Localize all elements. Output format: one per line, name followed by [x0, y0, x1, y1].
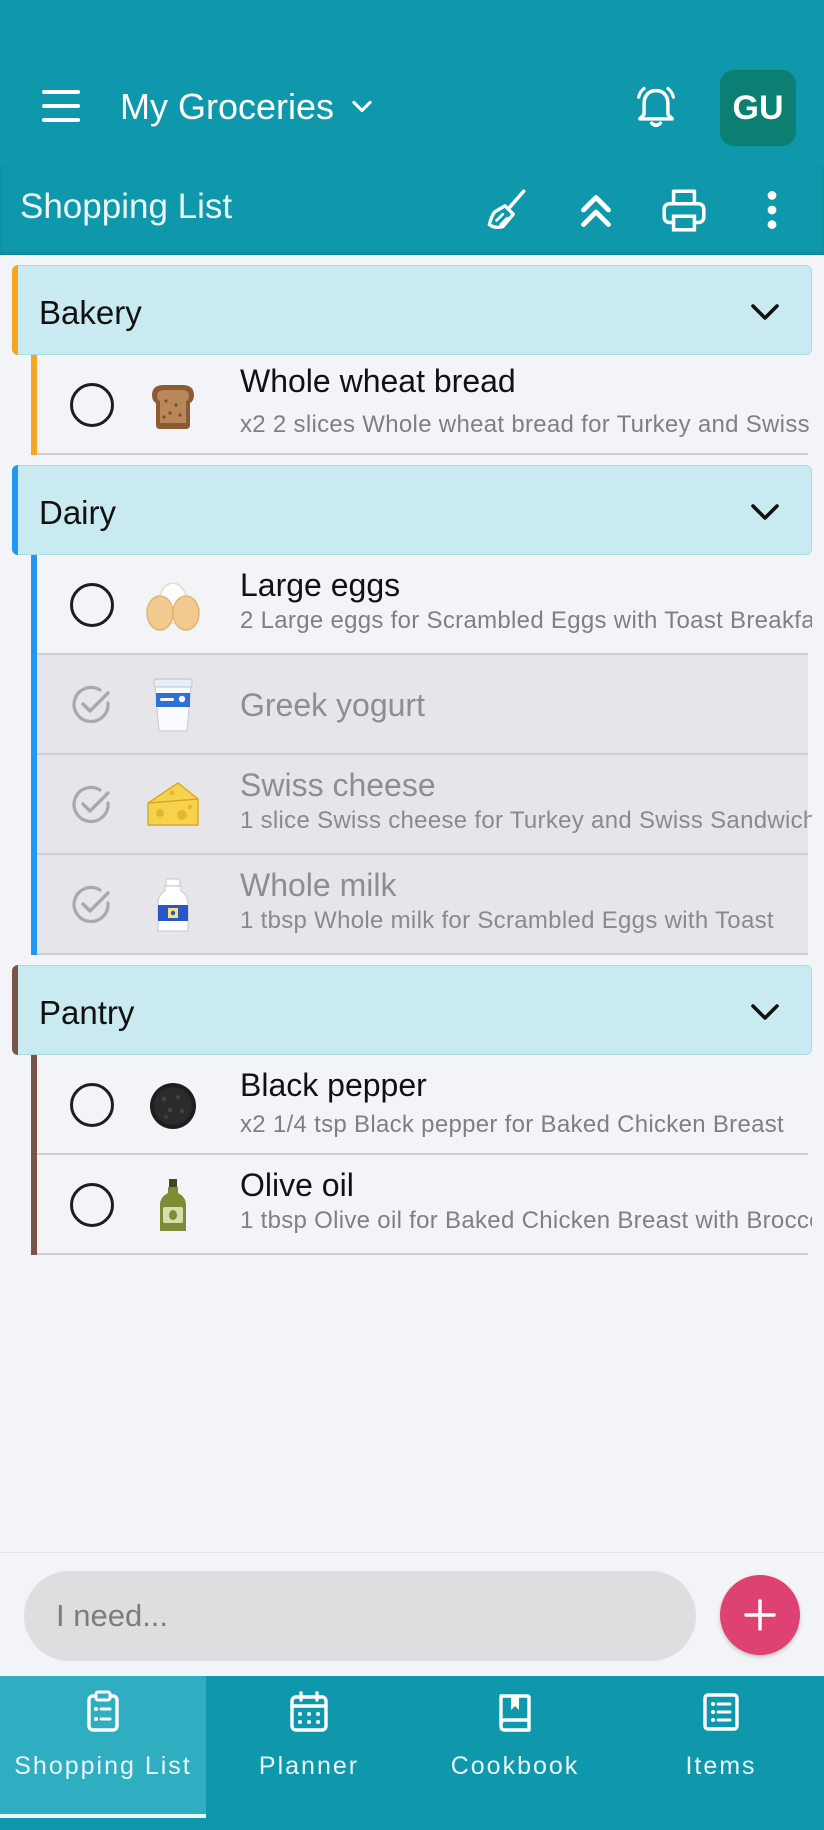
need-input[interactable]	[24, 1571, 696, 1661]
menu-icon[interactable]	[38, 86, 84, 126]
tab-items[interactable]: Items	[618, 1676, 824, 1818]
item-detail: x2 2 slices Whole wheat bread for Turkey…	[240, 411, 812, 438]
category-name: Dairy	[39, 494, 117, 531]
tab-label: Shopping List	[14, 1752, 192, 1780]
list-item[interactable]: Whole milk 1 tbsp Whole milk for Scrambl…	[31, 855, 808, 955]
print-icon[interactable]	[659, 185, 709, 235]
check-circle[interactable]	[70, 583, 114, 627]
active-tab-indicator	[0, 1814, 206, 1818]
list-item[interactable]: Swiss cheese 1 slice Swiss cheese for Tu…	[31, 755, 812, 855]
category-color-stripe	[12, 465, 18, 555]
tab-label: Cookbook	[450, 1752, 580, 1780]
category-color-stripe	[31, 655, 37, 755]
list-item[interactable]: Large eggs 2 Large eggs for Scrambled Eg…	[31, 555, 812, 655]
item-detail: 1 tbsp Whole milk for Scrambled Eggs wit…	[240, 907, 774, 934]
tab-cookbook[interactable]: Cookbook	[412, 1676, 618, 1818]
bottom-navigation: Shopping List Planner Cookbook Items	[0, 1676, 824, 1830]
category-color-stripe	[12, 965, 18, 1055]
avatar[interactable]: GU	[720, 70, 796, 146]
item-name: Whole milk	[240, 867, 397, 903]
list-selector[interactable]: My Groceries	[120, 80, 376, 134]
list-item[interactable]: Whole wheat bread x2 2 slices Whole whea…	[31, 355, 812, 455]
check-circle-icon[interactable]	[70, 883, 114, 927]
category-color-stripe	[12, 265, 18, 355]
chevron-down-icon	[352, 100, 372, 113]
avatar-initials: GU	[732, 88, 784, 127]
tab-shopping-list[interactable]: Shopping List	[0, 1676, 206, 1818]
category-color-stripe	[31, 755, 37, 855]
clipboard-icon	[87, 1690, 119, 1732]
item-name: Large eggs	[240, 567, 401, 603]
tab-planner[interactable]: Planner	[206, 1676, 412, 1818]
check-circle-icon[interactable]	[70, 683, 114, 727]
category-header-dairy[interactable]: Dairy	[12, 465, 812, 555]
broom-icon[interactable]	[482, 185, 532, 235]
book-icon	[499, 1694, 531, 1732]
yogurt-icon	[153, 678, 193, 732]
cheese-icon	[147, 782, 199, 826]
check-circle-icon[interactable]	[70, 783, 114, 827]
list-item[interactable]: Black pepper x2 1/4 tsp Black pepper for…	[31, 1055, 808, 1155]
add-item-button[interactable]	[720, 1575, 800, 1655]
category-color-stripe	[31, 1155, 37, 1255]
category-color-stripe	[31, 855, 37, 955]
category-color-stripe	[31, 1055, 37, 1155]
tab-label: Items	[685, 1752, 757, 1780]
list-icon	[703, 1693, 739, 1731]
item-name: Greek yogurt	[240, 687, 425, 723]
item-detail: 2 Large eggs for Scrambled Eggs with Toa…	[240, 607, 812, 634]
item-name: Swiss cheese	[240, 767, 436, 803]
collapse-all-icon[interactable]	[571, 185, 621, 235]
list-toolbar: Shopping List	[0, 165, 824, 255]
add-item-bar	[0, 1552, 824, 1676]
category-color-stripe	[31, 355, 37, 455]
toolbar-title: Shopping List	[20, 187, 233, 226]
check-circle[interactable]	[70, 383, 114, 427]
category-color-stripe	[31, 555, 37, 655]
item-name: Whole wheat bread	[240, 363, 516, 399]
bread-icon	[152, 385, 194, 429]
bell-icon[interactable]	[630, 82, 682, 134]
item-detail: 1 slice Swiss cheese for Turkey and Swis…	[240, 807, 812, 834]
eggs-icon	[146, 582, 200, 631]
list-item[interactable]: Olive oil 1 tbsp Olive oil for Baked Chi…	[31, 1155, 812, 1255]
category-header-pantry[interactable]: Pantry	[12, 965, 812, 1055]
chevron-down-icon[interactable]	[747, 994, 783, 1030]
category-name: Pantry	[39, 994, 135, 1031]
item-name: Black pepper	[240, 1067, 427, 1103]
check-circle[interactable]	[70, 1183, 114, 1227]
plus-icon	[744, 1599, 776, 1631]
milk-icon	[157, 878, 189, 932]
item-name: Olive oil	[240, 1167, 354, 1203]
list-name: My Groceries	[120, 86, 335, 127]
tab-label: Planner	[258, 1752, 360, 1780]
list-item[interactable]: Greek yogurt	[31, 655, 808, 755]
olive-oil-icon	[160, 1179, 186, 1231]
pepper-icon	[150, 1083, 196, 1129]
item-detail: x2 1/4 tsp Black pepper for Baked Chicke…	[240, 1111, 785, 1138]
check-circle[interactable]	[70, 1083, 114, 1127]
category-header-bakery[interactable]: Bakery	[12, 265, 812, 355]
chevron-down-icon[interactable]	[747, 294, 783, 330]
chevron-down-icon[interactable]	[747, 494, 783, 530]
category-name: Bakery	[39, 294, 142, 331]
more-vertical-icon[interactable]	[747, 185, 797, 235]
app-bar: My Groceries GU	[0, 0, 824, 165]
calendar-icon	[290, 1691, 328, 1732]
item-detail: 1 tbsp Olive oil for Baked Chicken Breas…	[240, 1207, 812, 1234]
